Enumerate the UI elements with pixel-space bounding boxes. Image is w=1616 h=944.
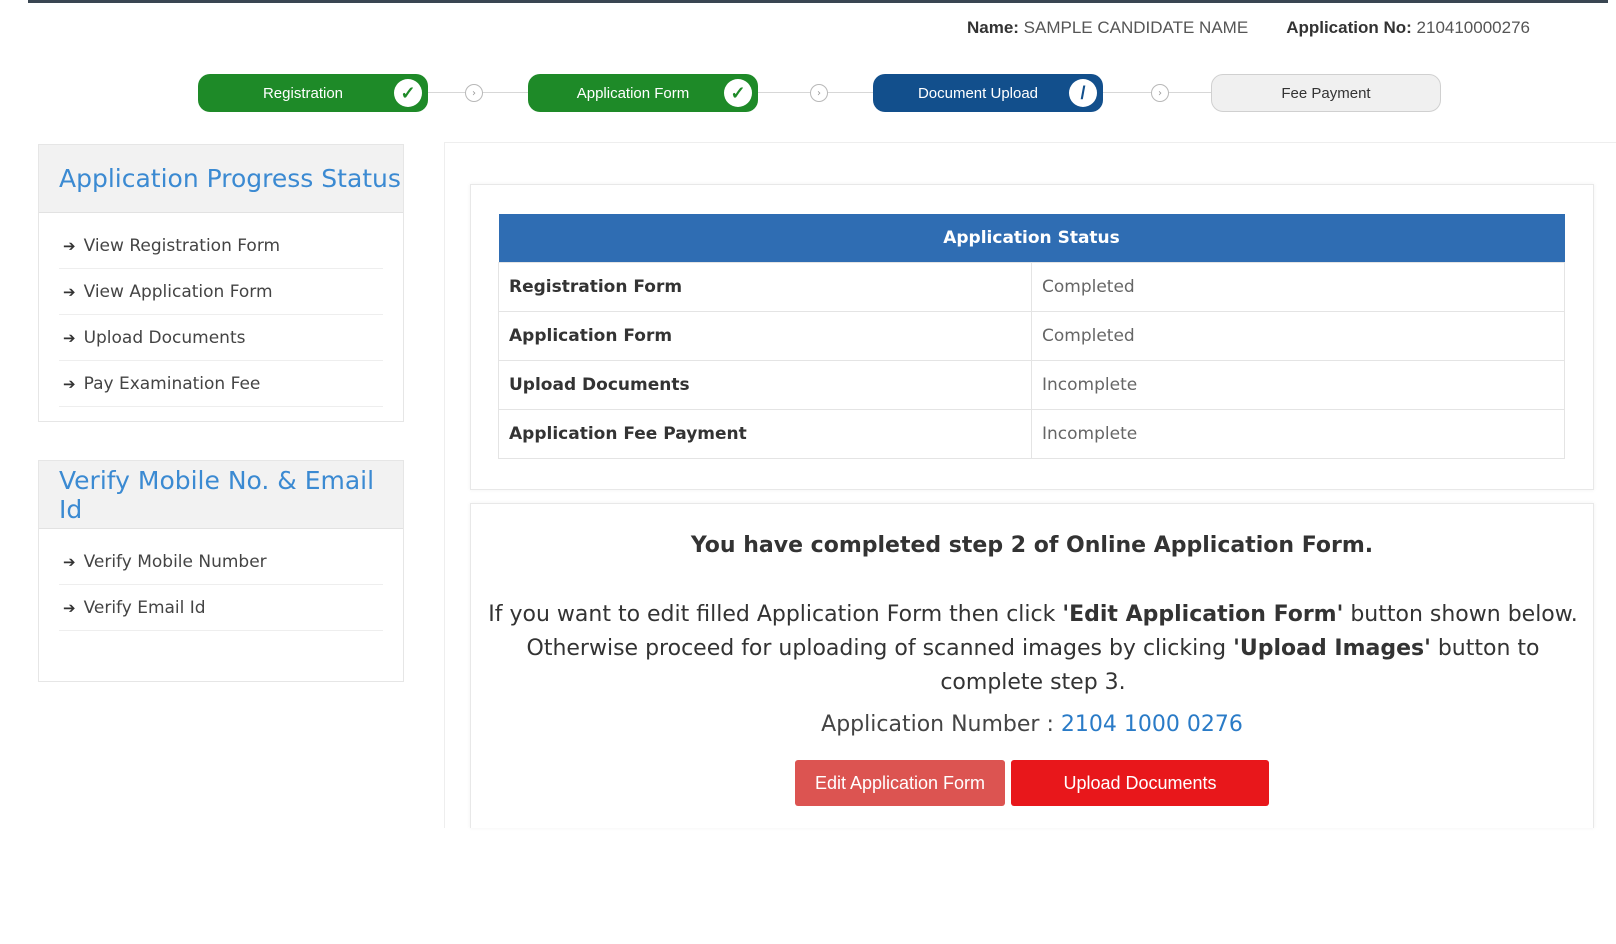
verify-panel: Verify Mobile No. & Email Id ➔ Verify Mob… [38, 460, 404, 682]
step-label: Registration [262, 84, 344, 102]
circle-arrow-icon: › [465, 84, 483, 102]
arrow-right-icon: ➔ [63, 374, 76, 393]
progress-panel: Application Progress Status ➔ View Regist… [38, 144, 404, 422]
table-row: Registration Form Completed [498, 261, 1565, 312]
upload-documents-button[interactable]: Upload Documents [1011, 760, 1269, 806]
check-icon: ✓ [724, 79, 752, 107]
progress-panel-title: Application Progress Status [39, 145, 403, 213]
step-label: Application Form [576, 84, 690, 102]
step-fee-payment[interactable]: Fee Payment [1211, 74, 1441, 112]
arrow-right-icon: ➔ [63, 552, 76, 571]
step-registration[interactable]: Registration ✓ [198, 74, 428, 112]
application-number-value: 2104 1000 0276 [1060, 712, 1243, 737]
candidate-name: Name: SAMPLE CANDIDATE NAME [966, 18, 1249, 37]
completion-message: You have completed step 2 of Online Appl… [690, 533, 1374, 558]
step-application-form[interactable]: Application Form ✓ [528, 74, 758, 112]
application-number-line: Application Number : 2104 1000 0276 [821, 712, 1243, 737]
verify-links: ➔ Verify Mobile Number ➔ Verify Email Id [39, 529, 403, 645]
row-item: Application Form [498, 310, 1032, 361]
link-pay-examination-fee[interactable]: ➔ Pay Examination Fee [59, 361, 383, 407]
instruction-text: If you want to edit filled Application F… [488, 602, 1578, 695]
row-status: Incomplete [1031, 408, 1565, 459]
arrow-right-icon: ➔ [63, 282, 76, 301]
circle-arrow-icon: › [1151, 84, 1169, 102]
arrow-right-icon: ➔ [63, 236, 76, 255]
link-view-application-form[interactable]: ➔ View Application Form [59, 269, 383, 315]
progress-links: ➔ View Registration Form ➔ View Applicatio… [39, 213, 403, 421]
row-item: Registration Form [498, 261, 1032, 312]
step-label: Document Upload [917, 84, 1039, 102]
step-label: Fee Payment [1281, 84, 1371, 102]
edit-application-form-button[interactable]: Edit Application Form [795, 760, 1005, 806]
table-row: Application Form Completed [498, 310, 1565, 361]
step-document-upload[interactable]: Document Upload / [873, 74, 1103, 112]
table-row: Upload Documents Incomplete [498, 359, 1565, 410]
top-rule [28, 0, 1608, 3]
table-header: Application Status [498, 214, 1565, 262]
link-verify-email-id[interactable]: ➔ Verify Email Id [59, 585, 383, 631]
table-row: Application Fee Payment Incomplete [498, 408, 1565, 459]
row-status: Completed [1031, 261, 1565, 312]
candidate-info: Name: SAMPLE CANDIDATE NAME Application … [967, 18, 1530, 38]
link-upload-documents[interactable]: ➔ Upload Documents [59, 315, 383, 361]
check-icon: ✓ [394, 79, 422, 107]
row-item: Application Fee Payment [498, 408, 1032, 459]
arrow-right-icon: ➔ [63, 598, 76, 617]
circle-arrow-icon: › [810, 84, 828, 102]
verify-panel-title: Verify Mobile No. & Email Id [39, 461, 403, 529]
progress-icon: / [1069, 79, 1097, 107]
row-item: Upload Documents [498, 359, 1032, 410]
link-verify-mobile-number[interactable]: ➔ Verify Mobile Number [59, 539, 383, 585]
row-status: Completed [1031, 310, 1565, 361]
link-view-registration-form[interactable]: ➔ View Registration Form [59, 223, 383, 269]
arrow-right-icon: ➔ [63, 328, 76, 347]
application-status-table: Application Status Registration Form Com… [498, 214, 1565, 459]
application-number: Application No: 210410000276 [1286, 18, 1530, 37]
row-status: Incomplete [1031, 359, 1565, 410]
